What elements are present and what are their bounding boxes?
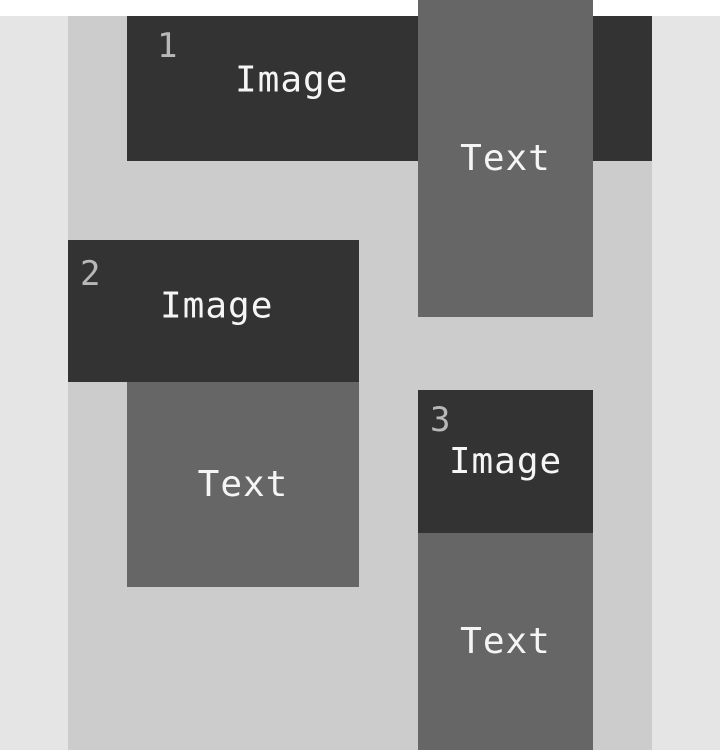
item-2-image-label: Image <box>160 285 274 327</box>
item-1-text-block: Text <box>418 0 593 317</box>
item-3-number: 3 <box>430 400 452 440</box>
item-3-text-block: Text <box>418 533 593 750</box>
item-2-text-block: Text <box>127 382 359 587</box>
right-margin-band <box>652 16 720 750</box>
item-3-text-label: Text <box>460 621 551 662</box>
item-3-image-label: Image <box>448 441 563 482</box>
item-2-number: 2 <box>80 254 102 294</box>
left-margin-band <box>0 16 68 750</box>
item-1-text-label: Text <box>460 138 551 179</box>
item-1-image-label: Image <box>235 59 349 101</box>
item-1-number: 1 <box>157 26 179 66</box>
item-3-image-block: 3 Image <box>418 390 593 533</box>
item-2-text-label: Text <box>197 464 289 505</box>
item-2-image-block: 2 Image <box>68 240 359 382</box>
